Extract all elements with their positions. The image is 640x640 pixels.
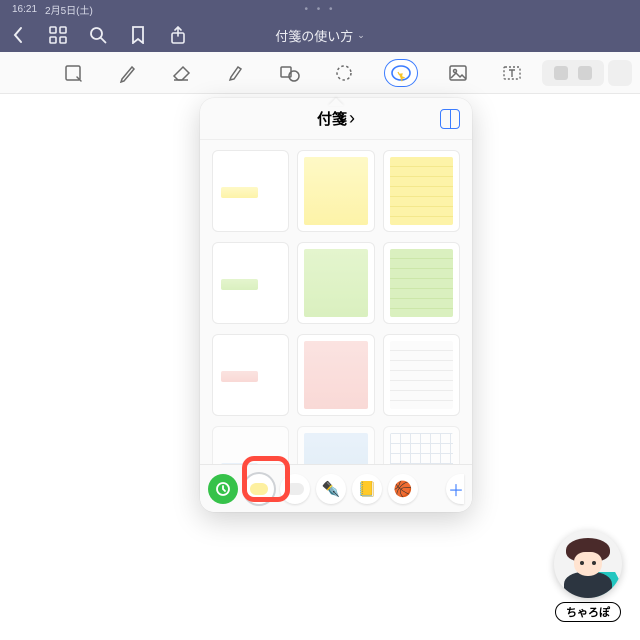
popover-title: 付箋	[317, 108, 347, 129]
sticker-option[interactable]	[297, 242, 374, 324]
title-text: 付箋の使い方	[275, 26, 353, 45]
favorites-group[interactable]	[542, 60, 604, 86]
lasso-tool[interactable]	[330, 59, 358, 87]
status-bar: 16:21 2月5日(土) • • •	[0, 0, 640, 18]
thumbnails-button[interactable]	[48, 25, 68, 45]
search-button[interactable]	[88, 25, 108, 45]
sticker-option[interactable]	[297, 150, 374, 232]
back-button[interactable]	[8, 25, 28, 45]
add-category-button[interactable]: ＋	[446, 474, 464, 504]
clock: 16:21	[12, 4, 37, 15]
stickers-popover: 付箋 › ✒️📒🏀 ＋	[200, 98, 472, 512]
document-title[interactable]: 付箋の使い方 ⌄	[275, 26, 365, 45]
sticker-option[interactable]	[297, 334, 374, 416]
share-button[interactable]	[168, 25, 188, 45]
layout-toggle[interactable]	[440, 109, 460, 129]
chevron-down-icon: ⌄	[357, 30, 365, 41]
nav-left	[8, 25, 188, 45]
stickers-tool[interactable]	[384, 59, 418, 87]
multitask-indicator[interactable]: • • •	[304, 4, 335, 15]
eraser-tool[interactable]	[168, 59, 196, 87]
category-pen-brush[interactable]: ✒️	[316, 474, 346, 504]
fav-slot[interactable]	[608, 60, 632, 86]
toolbar-extras	[542, 60, 632, 86]
pen-tool[interactable]	[114, 59, 142, 87]
shapes-tool[interactable]	[276, 59, 304, 87]
text-tool[interactable]	[498, 59, 526, 87]
tool-bar	[0, 52, 640, 94]
sticker-option[interactable]	[212, 334, 289, 416]
chevron-right-icon: ›	[349, 108, 355, 129]
fav-slot-icon	[554, 66, 568, 80]
fav-slot-icon	[578, 66, 592, 80]
author-signature: ちゃろぽ	[554, 530, 622, 622]
readmode-tool[interactable]	[60, 59, 88, 87]
sticker-option[interactable]	[383, 334, 460, 416]
category-ball[interactable]: 🏀	[388, 474, 418, 504]
sticker-option[interactable]	[212, 242, 289, 324]
sticker-option[interactable]	[212, 150, 289, 232]
popover-header: 付箋 ›	[200, 98, 472, 140]
sticker-option[interactable]	[383, 150, 460, 232]
category-notes[interactable]: 📒	[352, 474, 382, 504]
nav-bar: 付箋の使い方 ⌄	[0, 18, 640, 52]
sticker-grid	[200, 140, 472, 464]
popover-title-button[interactable]: 付箋 ›	[317, 108, 355, 129]
category-sticky-gray[interactable]	[280, 474, 310, 504]
sticker-option[interactable]	[383, 242, 460, 324]
sticker-option[interactable]	[212, 426, 289, 464]
date: 2月5日(土)	[45, 2, 93, 17]
bookmark-button[interactable]	[128, 25, 148, 45]
category-sticky-yellow[interactable]	[244, 474, 274, 504]
author-name: ちゃろぽ	[555, 602, 621, 622]
popover-toolbar: ✒️📒🏀 ＋	[200, 464, 472, 512]
sticker-option[interactable]	[297, 426, 374, 464]
avatar-icon	[554, 530, 622, 598]
sticker-option[interactable]	[383, 426, 460, 464]
image-tool[interactable]	[444, 59, 472, 87]
category-history[interactable]	[208, 474, 238, 504]
highlighter-tool[interactable]	[222, 59, 250, 87]
